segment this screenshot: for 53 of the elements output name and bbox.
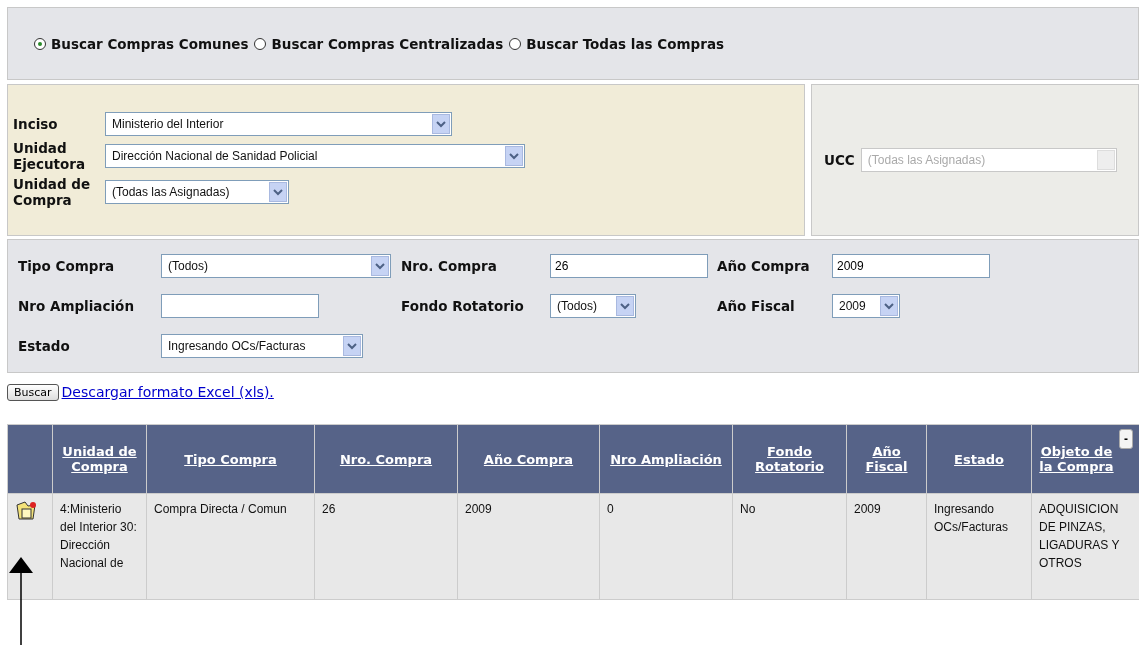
caret-icon [436,120,446,128]
caret-icon [884,302,894,310]
field-label: Nro. Compra [401,258,497,274]
export-link[interactable]: Descargar formato Excel (xls). [61,384,274,400]
scope-radio[interactable]: Buscar Todas las Compras [509,35,725,52]
table-cell-text: ADQUISICION DE PINZAS, LIGADURAS Y OTROS [1039,502,1120,570]
table-cell-text: 4:Ministerio del Interior 30: Dirección Nacional de [60,502,137,570]
column-header-link[interactable]: Estado [954,451,1004,467]
column-header-link[interactable]: Año Compra [483,451,574,467]
table-cell-text: 2009 [465,502,492,516]
scope-radio[interactable]: Buscar Compras Centralizadas [254,35,504,52]
table-cell-text: No [740,502,756,516]
filter-select[interactable]: 2009 [832,294,900,318]
org-select[interactable]: (Todas las Asignadas) [105,180,289,204]
caret-icon [620,302,630,310]
column-header-link[interactable]: Nro. Compra [339,451,433,467]
table-cell-text: 0 [607,502,614,516]
field-label: Unidad Ejecutora [13,140,87,172]
table-cell-text: 2009 [854,502,881,516]
collapse-button[interactable]: - [1119,429,1133,449]
field-label: Inciso [13,116,59,132]
field-label: Tipo Compra [18,258,115,274]
caret-icon [347,342,357,350]
field-label: Año Fiscal [717,298,795,314]
filter-select[interactable]: Ingresando OCs/Facturas [161,334,363,358]
folder-icon[interactable] [15,500,37,522]
field-label: Fondo Rotatorio [401,298,524,314]
radio-button[interactable] [34,37,46,50]
table-cell-text: 26 [322,502,336,516]
table-cell-text: Compra Directa / Comun [154,502,287,516]
field-label: Estado [18,338,70,354]
search-button[interactable]: Buscar [7,383,59,401]
caret-icon [375,262,385,270]
scope-radio[interactable]: Buscar Compras Comunes [34,35,249,52]
field-label: Año Compra [717,258,810,274]
org-select[interactable]: Ministerio del Interior [105,112,452,136]
caret-icon [509,152,519,160]
table-cell-text: Ingresando OCs/Facturas [934,502,1008,534]
filter-select[interactable]: (Todos) [550,294,636,318]
field-label: Nro Ampliación [18,298,134,314]
field-label: UCC [824,152,855,168]
column-header-link[interactable]: Nro Ampliación [610,451,722,467]
radio-button[interactable] [254,37,267,50]
input-field[interactable]: 2009 [832,254,990,278]
column-header-link[interactable]: Tipo Compra [184,451,277,467]
filter-select[interactable]: (Todos) [161,254,391,278]
radio-button[interactable] [509,37,522,50]
input-field[interactable] [161,294,319,318]
org-select[interactable]: Dirección Nacional de Sanidad Policial [105,144,525,168]
caret-icon [273,188,283,196]
input-field[interactable]: 26 [550,254,708,278]
column-header-link[interactable]: Objeto de la Compra [1036,444,1117,474]
field-label: Unidad de Compra [13,176,92,208]
